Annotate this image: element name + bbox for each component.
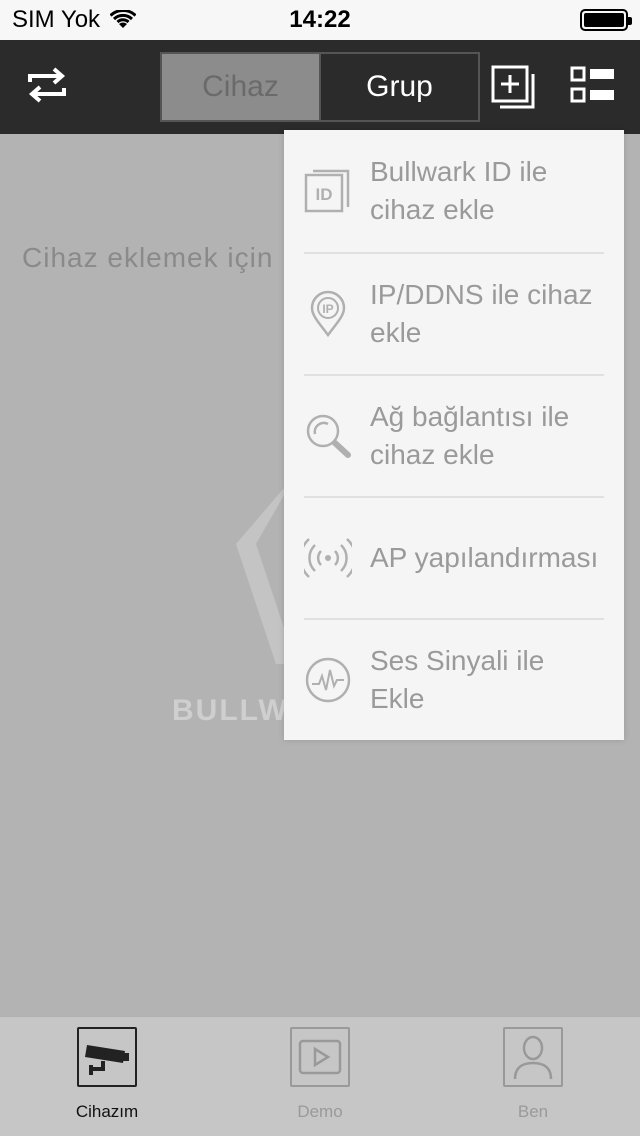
tab-demo[interactable]: Demo	[250, 1027, 390, 1132]
status-time: 14:22	[289, 6, 351, 33]
camera-icon	[85, 1045, 129, 1075]
network-search-icon	[306, 414, 351, 458]
menu-item-network[interactable]: Ağ bağlantısı ile cihaz ekle	[304, 374, 604, 496]
tab-ben[interactable]: Ben	[463, 1027, 603, 1132]
menu-label: Ses Sinyali ile Ekle	[370, 645, 545, 714]
tab-icon-box	[503, 1027, 563, 1087]
empty-hint-text: Cihaz eklemek için	[22, 242, 274, 273]
segment-cihaz[interactable]: Cihaz	[162, 54, 319, 120]
svg-text:ID: ID	[316, 185, 333, 204]
tab-label: Ben	[517, 1102, 549, 1121]
tab-label: Demo	[297, 1102, 343, 1121]
wireless-signal-icon	[304, 538, 352, 578]
svg-text:IP: IP	[322, 302, 333, 316]
id-card-icon: ID	[304, 169, 350, 213]
play-icon	[298, 1039, 342, 1075]
sound-wave-icon	[305, 657, 351, 703]
menu-label: IP/DDNS ile cihaz ekle	[370, 279, 593, 348]
status-bar: SIM Yok 14:22	[0, 0, 640, 40]
tab-cihazim[interactable]: Cihazım	[37, 1027, 177, 1132]
user-icon	[513, 1035, 553, 1080]
tab-icon-box	[77, 1027, 137, 1087]
nav-bar: Cihaz Grup	[0, 40, 640, 134]
segment-control: Cihaz Grup	[160, 52, 480, 122]
list-view-icon[interactable]	[570, 66, 616, 104]
ip-pin-icon: IP	[310, 290, 346, 338]
tab-bar: Cihazım Demo Ben	[0, 1016, 640, 1136]
segment-grup[interactable]: Grup	[319, 54, 478, 120]
add-device-menu: ID Bullwark ID ile cihaz ekle IP IP/DDNS…	[284, 130, 624, 740]
menu-item-bullwark-id[interactable]: ID Bullwark ID ile cihaz ekle	[304, 130, 604, 252]
add-device-icon[interactable]	[490, 64, 538, 112]
menu-item-ip-ddns[interactable]: IP IP/DDNS ile cihaz ekle	[304, 252, 604, 374]
menu-label: Ağ bağlantısı ile cihaz ekle	[370, 401, 570, 470]
battery-icon	[580, 9, 632, 31]
refresh-icon[interactable]	[22, 60, 72, 110]
tab-label: Cihazım	[75, 1102, 139, 1121]
menu-item-ap-config[interactable]: AP yapılandırması	[304, 496, 604, 618]
menu-label: Bullwark ID ile cihaz ekle	[370, 156, 548, 225]
tab-icon-box	[290, 1027, 350, 1087]
menu-item-sound-signal[interactable]: Ses Sinyali ile Ekle	[304, 618, 604, 740]
menu-label: AP yapılandırması	[370, 542, 599, 573]
